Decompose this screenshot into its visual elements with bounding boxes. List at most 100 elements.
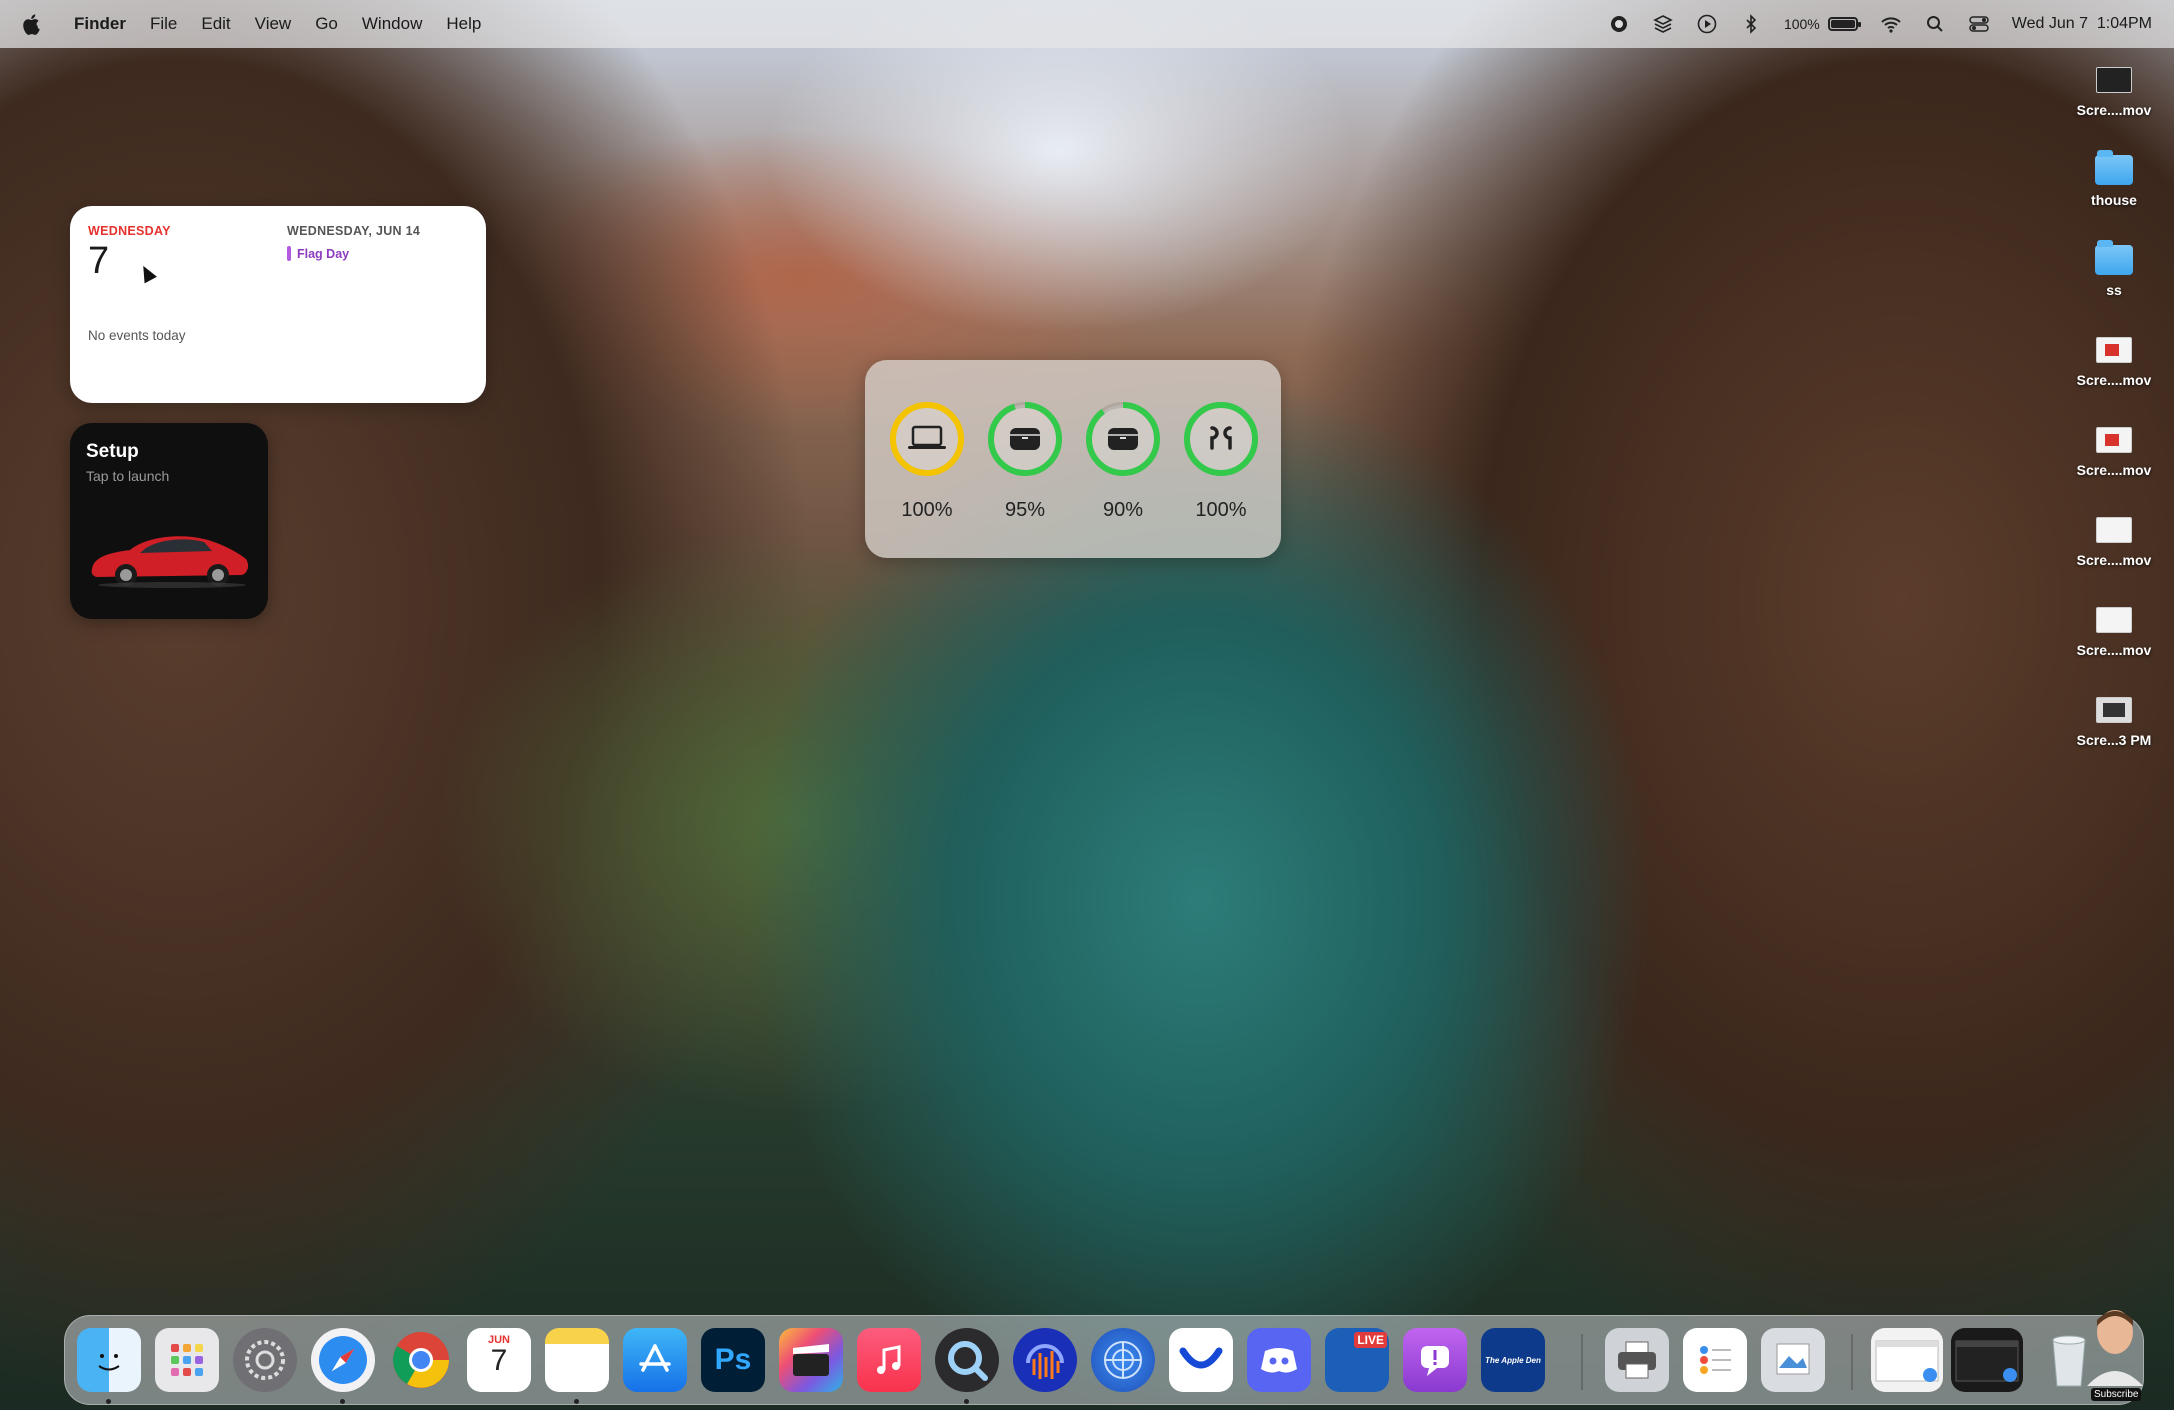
feedback-assistant-icon[interactable] — [1403, 1328, 1467, 1392]
calendar-app-day: 7 — [490, 1344, 508, 1377]
folder-icon — [2095, 240, 2133, 275]
battery-ring — [890, 402, 964, 476]
apple-menu-icon[interactable] — [22, 13, 52, 35]
reminders-icon[interactable] — [1683, 1328, 1747, 1392]
menu-file[interactable]: File — [150, 14, 177, 34]
video-file-icon — [2096, 337, 2132, 363]
desktop-folder-label: thouse — [2091, 192, 2137, 208]
chrome-icon[interactable] — [389, 1328, 453, 1392]
discord-icon[interactable] — [1247, 1328, 1311, 1392]
preview-icon[interactable] — [1761, 1328, 1825, 1392]
app-name-menu[interactable]: Finder — [74, 14, 126, 34]
play-icon[interactable] — [1696, 13, 1718, 35]
minimized-window-icon[interactable] — [1951, 1328, 2023, 1392]
desktop-file[interactable]: Scre....mov — [2054, 604, 2174, 658]
battery-ring — [1184, 402, 1258, 476]
desktop-file-label: Scre....mov — [2076, 462, 2152, 478]
battery-percent-case-1: 95% — [1004, 499, 1046, 521]
desktop-file[interactable]: Scre...3 PM — [2054, 694, 2174, 748]
desktop-folder-label: ss — [2106, 282, 2122, 298]
spotlight-search-icon[interactable] — [1924, 13, 1946, 35]
battery-device-airpods: 100% — [1181, 400, 1261, 522]
menu-go[interactable]: Go — [315, 14, 338, 34]
calendar-widget[interactable]: WEDNESDAY 7 WEDNESDAY, JUN 14 Flag Day N… — [70, 206, 486, 403]
music-icon[interactable] — [857, 1328, 921, 1392]
running-indicator — [574, 1399, 579, 1404]
minimized-window-icon[interactable] — [1871, 1328, 1943, 1392]
system-settings-icon[interactable] — [233, 1328, 297, 1392]
no-events-text: No events today — [88, 328, 186, 343]
event-title: Flag Day — [297, 246, 350, 261]
tesla-widget-subtitle: Tap to launch — [86, 468, 170, 484]
running-indicator — [964, 1399, 969, 1404]
menu-edit[interactable]: Edit — [201, 14, 230, 34]
desktop-file-label: Scre....mov — [2076, 372, 2152, 388]
dock-separator — [1851, 1334, 1853, 1390]
quicktime-icon[interactable] — [935, 1328, 999, 1392]
webcam-overlay-avatar: Subscribe — [2085, 1306, 2145, 1406]
desktop-folder[interactable]: ss — [2054, 240, 2174, 298]
status-area: 100% Wed Jun 7 1:04PM — [1608, 13, 2152, 35]
launchpad-icon[interactable] — [155, 1328, 219, 1392]
video-file-icon — [2096, 517, 2132, 543]
battery-percent-airpods: 100% — [1195, 499, 1247, 521]
wifi-icon[interactable] — [1880, 13, 1902, 35]
safari-icon[interactable] — [311, 1328, 375, 1392]
desktop-folder[interactable]: thouse — [2054, 150, 2174, 208]
tesla-widget[interactable]: Setup Tap to launch — [70, 423, 268, 619]
calendar-upcoming: WEDNESDAY, JUN 14 Flag Day — [287, 224, 420, 261]
desktop-file[interactable]: Scre....mov — [2054, 334, 2174, 388]
upcoming-date-header: WEDNESDAY, JUN 14 — [287, 224, 421, 238]
bluetooth-icon[interactable] — [1740, 13, 1762, 35]
desktop-file[interactable]: Scre....mov — [2054, 64, 2174, 118]
menubar-clock[interactable]: Wed Jun 7 1:04PM — [2012, 15, 2152, 33]
red-car-icon — [91, 536, 249, 588]
calendar-app-icon[interactable]: JUN 7 — [467, 1328, 531, 1392]
running-indicator — [340, 1399, 345, 1404]
booking-icon[interactable] — [1169, 1328, 1233, 1392]
layers-icon[interactable] — [1652, 13, 1674, 35]
battery-percent-case-2: 90% — [1102, 499, 1144, 521]
subscribe-badge: Subscribe — [2091, 1388, 2142, 1401]
finder-icon[interactable] — [77, 1328, 141, 1392]
battery-status[interactable]: 100% — [1784, 16, 1861, 32]
battery-device-laptop: 100% — [887, 400, 967, 522]
photoshop-label: Ps — [714, 1343, 752, 1376]
battery-device-case-1: 95% — [985, 400, 1065, 522]
folder-icon — [2095, 150, 2133, 185]
case-icon — [1108, 428, 1138, 450]
printer-icon[interactable] — [1605, 1328, 1669, 1392]
battery-percent-laptop: 100% — [901, 499, 953, 521]
menu-help[interactable]: Help — [446, 14, 481, 34]
dock-separator — [1581, 1334, 1583, 1390]
network-radar-icon[interactable] — [1091, 1328, 1155, 1392]
live-badge: LIVE — [1354, 1332, 1387, 1348]
desktop-file[interactable]: Scre....mov — [2054, 424, 2174, 478]
batteries-widget[interactable]: 100% 95% 90% 100% — [865, 360, 1281, 558]
desktop-file-label: Scre...3 PM — [2076, 732, 2152, 748]
notes-icon[interactable] — [545, 1328, 609, 1392]
final-cut-pro-icon[interactable] — [779, 1328, 843, 1392]
desktop-file[interactable]: Scre....mov — [2054, 514, 2174, 568]
battery-device-case-2: 90% — [1083, 400, 1163, 522]
image-file-icon — [2096, 697, 2132, 723]
audacity-icon[interactable] — [1013, 1328, 1077, 1392]
desktop-file-label: Scre....mov — [2076, 102, 2152, 118]
case-icon — [1010, 428, 1040, 450]
record-icon[interactable] — [1608, 13, 1630, 35]
live-streaming-icon[interactable]: LIVE — [1325, 1328, 1389, 1392]
desktop-file-label: Scre....mov — [2076, 642, 2152, 658]
control-center-icon[interactable] — [1968, 13, 1990, 35]
menu-bar: Finder File Edit View Go Window Help 100… — [0, 0, 2174, 48]
battery-ring — [988, 402, 1062, 476]
battery-ring — [1086, 402, 1160, 476]
app-store-icon[interactable] — [623, 1328, 687, 1392]
menu-view[interactable]: View — [255, 14, 292, 34]
calendar-event[interactable]: Flag Day — [287, 246, 420, 261]
the-apple-den-icon[interactable]: The Apple Den — [1481, 1328, 1545, 1392]
video-file-icon — [2096, 67, 2132, 93]
battery-icon — [1827, 17, 1861, 31]
photoshop-icon[interactable]: Ps — [701, 1328, 765, 1392]
menu-window[interactable]: Window — [362, 14, 422, 34]
event-color-bar — [287, 246, 291, 261]
